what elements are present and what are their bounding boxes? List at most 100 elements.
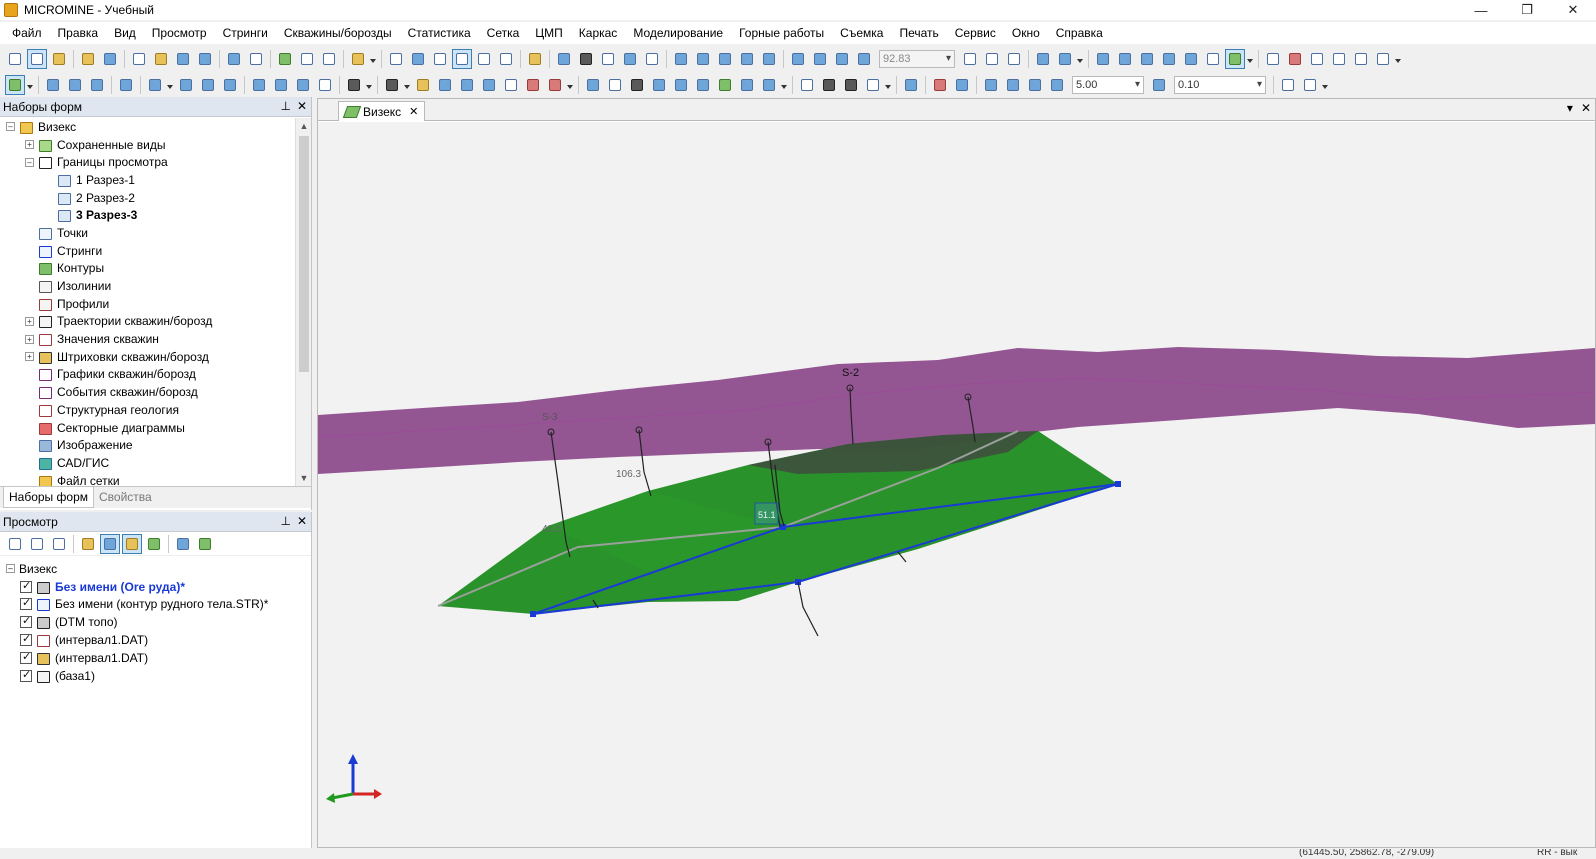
drillhole-trace-7[interactable] [797, 581, 819, 637]
sort-icon[interactable] [50, 535, 68, 553]
forms-scrollbar[interactable]: ▲ ▼ [295, 118, 311, 486]
open-form-icon[interactable] [79, 50, 97, 68]
move-vertex-icon[interactable] [199, 76, 217, 94]
menu-item-0[interactable]: Файл [4, 22, 50, 44]
cut-icon[interactable] [546, 76, 564, 94]
monitor-icon[interactable] [1034, 50, 1052, 68]
layer-stack-icon[interactable] [145, 535, 163, 553]
layer-checkbox[interactable] [20, 632, 32, 647]
snap-grid-icon[interactable] [1182, 50, 1200, 68]
layers-icon[interactable] [276, 50, 294, 68]
section-alt-icon[interactable] [672, 76, 690, 94]
tree-item[interactable]: Стринги [0, 242, 296, 260]
panel-close-icon[interactable]: ✕ [297, 99, 307, 113]
select-icon[interactable] [387, 50, 405, 68]
contour-tool-icon[interactable] [1048, 76, 1066, 94]
view-pin-icon[interactable]: ⊥ [280, 514, 290, 528]
scroll-down-icon[interactable]: ▼ [296, 470, 312, 486]
view-side-icon[interactable] [716, 50, 734, 68]
forward-arrow-icon[interactable] [1005, 50, 1023, 68]
layer-item[interactable]: (интервал1.DAT) [0, 631, 311, 649]
expand-icon[interactable]: + [25, 334, 34, 344]
vertex-dropdown[interactable] [166, 76, 173, 94]
angle-icon[interactable] [272, 76, 290, 94]
undo-icon[interactable] [225, 50, 243, 68]
grid-icon[interactable] [1094, 50, 1112, 68]
solid-icon[interactable] [414, 76, 432, 94]
tree-item[interactable]: 1 Разрез-1 [0, 171, 296, 189]
tree-item[interactable]: – Визекс [0, 118, 296, 136]
layer-item[interactable]: (DTM топо) [0, 613, 311, 631]
ellipsoid-icon[interactable] [458, 76, 476, 94]
layer-checkbox[interactable] [20, 668, 32, 682]
panel-more-icon[interactable] [1352, 50, 1370, 68]
3d-viewport[interactable]: S-2 S-3 106.3 43.5 51.1 [318, 122, 1595, 847]
pan-icon[interactable] [431, 50, 449, 68]
section-tool-icon[interactable] [650, 76, 668, 94]
redo-icon[interactable] [247, 50, 265, 68]
doc-close-icon[interactable]: ✕ [1581, 101, 1591, 115]
save-form-icon[interactable] [101, 50, 119, 68]
panel-alt-icon[interactable] [1330, 50, 1348, 68]
layout-active-icon[interactable] [27, 49, 47, 69]
tree-item[interactable]: 3 Разрез-3 [0, 206, 296, 224]
shade-alt-icon[interactable] [811, 50, 829, 68]
tab-close-icon[interactable]: ✕ [409, 103, 418, 121]
report-icon[interactable] [1264, 50, 1282, 68]
toolbar-dropdown-2[interactable] [1076, 50, 1083, 68]
menu-item-6[interactable]: Статистика [400, 22, 479, 44]
tree-item[interactable]: Контуры [0, 260, 296, 278]
cross-icon[interactable] [738, 76, 756, 94]
wireframe-tool-icon[interactable] [383, 76, 401, 94]
check-icon[interactable] [864, 76, 882, 94]
survey-icon[interactable] [931, 76, 949, 94]
view-close-icon[interactable]: ✕ [297, 514, 307, 528]
layer-select-icon[interactable] [100, 533, 120, 554]
zoom-icon[interactable] [409, 50, 427, 68]
tree-item[interactable]: + Значения скважин [0, 330, 296, 348]
tree-item[interactable]: + Штриховки скважин/борозд [0, 348, 296, 366]
menu-item-7[interactable]: Сетка [479, 22, 528, 44]
sort-az-icon[interactable] [6, 535, 24, 553]
scroll-up-icon[interactable]: ▲ [296, 118, 312, 134]
scene-svg[interactable]: S-2 S-3 106.3 43.5 51.1 [318, 122, 1595, 847]
tree-item[interactable]: + Сохраненные виды [0, 136, 296, 154]
layer-item[interactable]: (база1) [0, 667, 311, 685]
measure-icon[interactable] [584, 76, 602, 94]
axis-active-icon[interactable] [1225, 49, 1245, 69]
view-top-icon[interactable] [672, 50, 690, 68]
layer-item[interactable]: (интервал1.DAT) [0, 649, 311, 667]
expand-icon[interactable]: + [25, 140, 34, 150]
menu-item-14[interactable]: Сервис [947, 22, 1004, 44]
tolerance-combo[interactable]: 0.10 [1174, 76, 1266, 94]
menu-item-10[interactable]: Моделирование [625, 22, 731, 44]
tree-item[interactable]: 2 Разрез-2 [0, 189, 296, 207]
join-icon[interactable] [345, 76, 363, 94]
panel-last-icon[interactable] [1374, 50, 1392, 68]
ruler-icon[interactable] [526, 50, 544, 68]
digitize-icon[interactable] [5, 75, 25, 95]
menu-item-8[interactable]: ЦМП [527, 22, 571, 44]
layer-checkbox[interactable] [20, 579, 32, 593]
layer-highlight-icon[interactable] [122, 533, 142, 554]
layer-item[interactable]: Без имени (контур рудного тела.STR)* [0, 596, 311, 614]
sphere-icon[interactable] [480, 76, 498, 94]
survey-alt-icon[interactable] [953, 76, 971, 94]
menu-item-11[interactable]: Горные работы [731, 22, 832, 44]
hatch-icon[interactable] [820, 76, 838, 94]
box-dropdown[interactable] [780, 76, 787, 94]
expand-icon[interactable]: + [25, 352, 34, 362]
minimize-button[interactable]: — [1458, 0, 1504, 20]
collapse-icon[interactable]: – [6, 564, 15, 574]
shade-icon[interactable] [789, 50, 807, 68]
tree-item[interactable]: САD/ГИС [0, 454, 296, 472]
join-dropdown[interactable] [365, 76, 372, 94]
tree-item[interactable]: + Траектории скважин/борозд [0, 313, 296, 331]
ramp-icon[interactable] [1026, 76, 1044, 94]
toolbar-dropdown-4[interactable] [1394, 50, 1401, 68]
menu-item-13[interactable]: Печать [891, 22, 946, 44]
tree-item[interactable]: Секторные диаграммы [0, 419, 296, 437]
collapse-icon[interactable]: – [6, 122, 15, 132]
tree-item[interactable]: Файл сетки [0, 472, 296, 486]
menu-item-1[interactable]: Правка [50, 22, 107, 44]
